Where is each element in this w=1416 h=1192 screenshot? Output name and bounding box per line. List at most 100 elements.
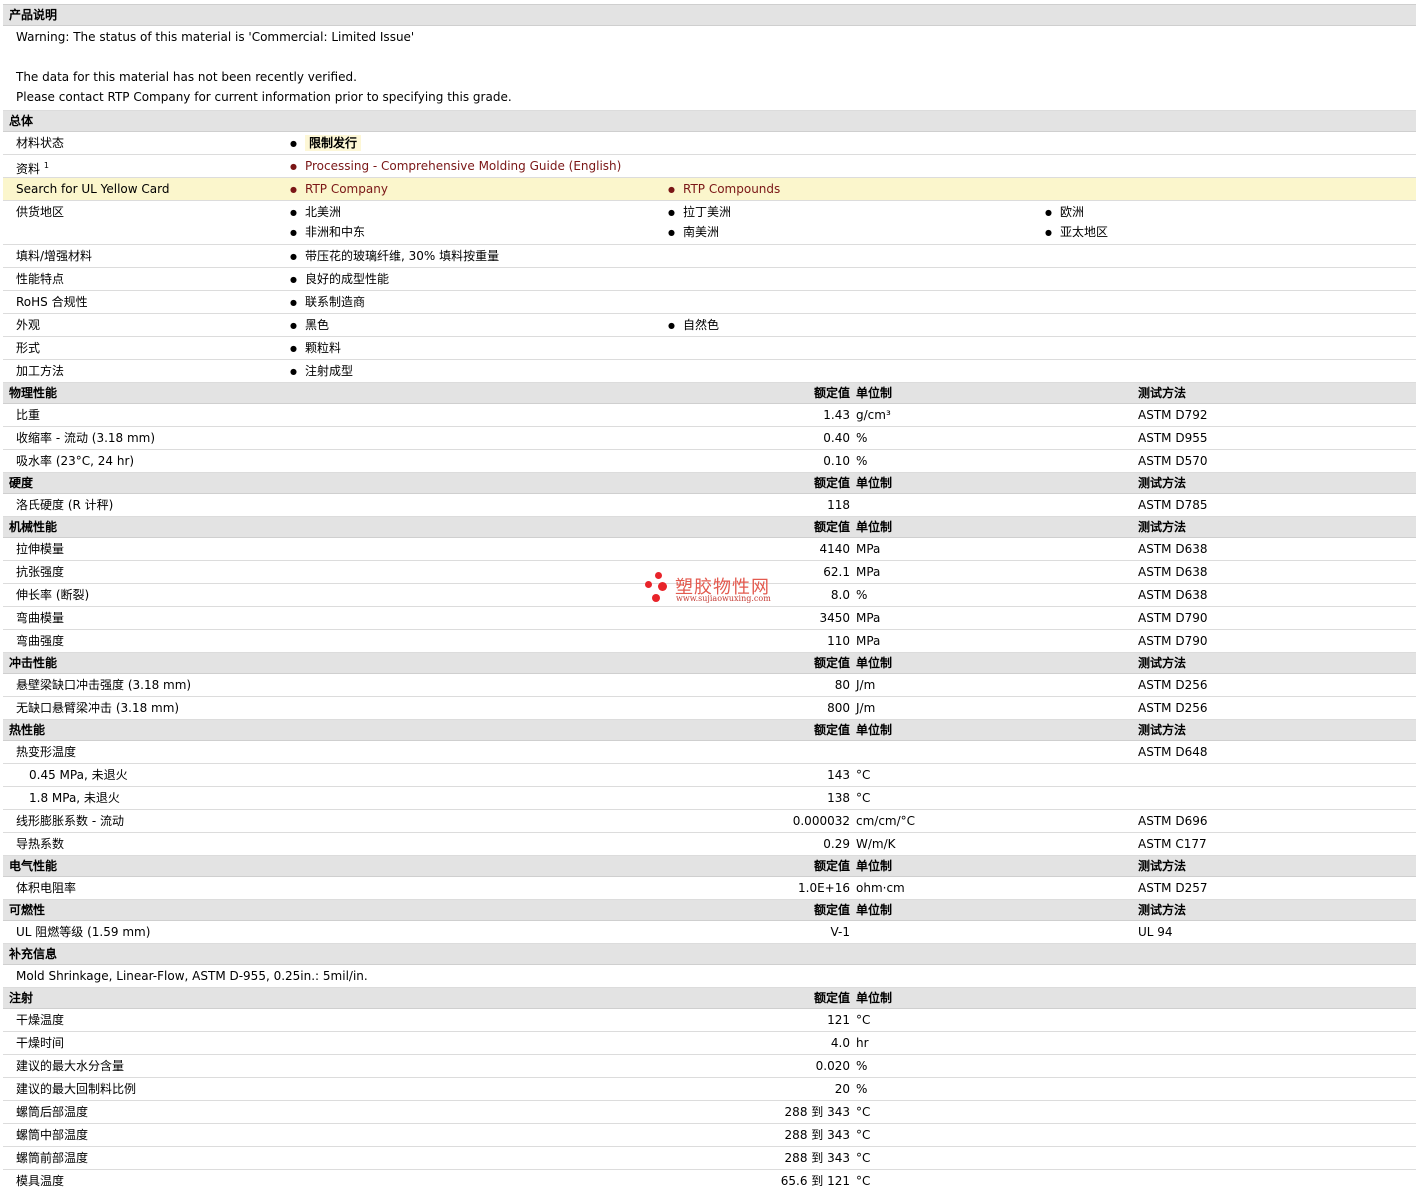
property-row: 热变形温度 ASTM D648 bbox=[3, 741, 1416, 764]
property-label: 螺筒后部温度 bbox=[16, 1105, 89, 1119]
property-unit: MPa bbox=[856, 565, 881, 579]
row-label: 外观 bbox=[16, 318, 41, 332]
property-unit: MPa bbox=[856, 634, 881, 648]
property-unit: °C bbox=[856, 768, 871, 782]
property-value: 0.000032 bbox=[792, 814, 850, 828]
row-material-status: 材料状态 限制发行 bbox=[3, 132, 1416, 155]
watermark-url: www.sujiaowuxing.com bbox=[676, 594, 771, 603]
bullet-item: 限制发行 bbox=[290, 132, 361, 156]
property-label: 弯曲模量 bbox=[16, 611, 65, 625]
property-row: 收缩率 - 流动 (3.18 mm) 0.40% ASTM D955 bbox=[3, 427, 1416, 450]
property-row: 干燥温度 121 °C bbox=[3, 1009, 1416, 1032]
property-value: 143 bbox=[827, 768, 850, 782]
col-header-test: 测试方法 bbox=[1138, 476, 1187, 490]
section-header-hardness: 硬度 额定值 单位制 测试方法 bbox=[3, 473, 1416, 494]
section-header-mechanical: 机械性能 额定值 单位制 测试方法 bbox=[3, 517, 1416, 538]
property-row: 悬壁梁缺口冲击强度 (3.18 mm) 80 J/m ASTM D256 bbox=[3, 674, 1416, 697]
property-test: ASTM D790 bbox=[1138, 611, 1208, 625]
property-unit: °C bbox=[856, 791, 871, 805]
property-test: ASTM D955 bbox=[1138, 431, 1208, 445]
property-row: 建议的最大回制料比例 20% bbox=[3, 1078, 1416, 1101]
bullet-item: 黑色 bbox=[290, 314, 329, 338]
row-rohs: RoHS 合规性 联系制造商 bbox=[3, 291, 1416, 314]
property-unit: % bbox=[856, 431, 868, 445]
property-unit: hr bbox=[856, 1036, 869, 1050]
section-header-electrical: 电气性能 额定值 单位制 测试方法 bbox=[3, 856, 1416, 877]
row-label: 资料 1 bbox=[16, 161, 49, 176]
section-header-description: 产品说明 bbox=[3, 5, 1416, 26]
row-form: 形式 颗粒料 bbox=[3, 337, 1416, 360]
row-regions: 供货地区 北美洲 拉丁美洲 欧洲 非洲和中东 南美洲 亚太地区 bbox=[3, 201, 1416, 245]
description-notes: Warning: The status of this material is … bbox=[3, 26, 1416, 111]
property-row: 弯曲强度 110 MPa ASTM D790 bbox=[3, 630, 1416, 653]
property-value: 20 bbox=[834, 1082, 850, 1096]
property-label: 螺筒中部温度 bbox=[16, 1128, 89, 1142]
row-label: 形式 bbox=[16, 341, 41, 355]
property-unit: W/m/K bbox=[856, 837, 896, 851]
property-unit: °C bbox=[856, 1105, 871, 1119]
property-label: 热变形温度 bbox=[16, 745, 77, 759]
property-value: 121 bbox=[827, 1013, 850, 1027]
property-unit: °C bbox=[856, 1174, 871, 1188]
property-row: 线形膨胀系数 - 流动 0.000032 cm/cm/°C ASTM D696 bbox=[3, 810, 1416, 833]
property-value: 0.40 bbox=[823, 431, 850, 445]
property-label: UL 阻燃等级 (1.59 mm) bbox=[16, 925, 151, 939]
col-header-test: 测试方法 bbox=[1138, 723, 1187, 737]
property-row: UL 阻燃等级 (1.59 mm) V-1 UL 94 bbox=[3, 921, 1416, 944]
property-unit: % bbox=[856, 1059, 868, 1073]
section-header-supplement: 补充信息 bbox=[3, 944, 1416, 965]
property-test: ASTM D256 bbox=[1138, 701, 1208, 715]
property-label: 模具温度 bbox=[16, 1174, 65, 1188]
row-appearance: 外观 黑色 自然色 bbox=[3, 314, 1416, 337]
property-label: 1.8 MPa, 未退火 bbox=[29, 791, 120, 805]
property-row: 体积电阻率 1.0E+16 ohm·cm ASTM D257 bbox=[3, 877, 1416, 900]
property-value: V-1 bbox=[830, 925, 850, 939]
property-row: 比重 1.43 g/cm³ ASTM D792 bbox=[3, 404, 1416, 427]
property-unit: J/m bbox=[856, 678, 876, 692]
col-header-nominal: 额定值 bbox=[813, 476, 850, 490]
col-header-nominal: 额定值 bbox=[813, 520, 850, 534]
col-header-nominal: 额定值 bbox=[813, 859, 850, 873]
property-label: 拉伸模量 bbox=[16, 542, 65, 556]
property-label: 无缺口悬臂梁冲击 (3.18 mm) bbox=[16, 701, 180, 715]
section-title: 冲击性能 bbox=[9, 656, 58, 670]
section-title: 物理性能 bbox=[9, 386, 58, 400]
row-label: 供货地区 bbox=[16, 205, 65, 219]
property-label: 体积电阻率 bbox=[16, 881, 77, 895]
property-test: ASTM D256 bbox=[1138, 678, 1208, 692]
region-item: 亚太地区 bbox=[1045, 221, 1108, 245]
section-title: 补充信息 bbox=[9, 947, 58, 961]
section-header-thermal: 热性能 额定值 单位制 测试方法 bbox=[3, 720, 1416, 741]
property-row: 0.45 MPa, 未退火 143 °C bbox=[3, 764, 1416, 787]
col-header-nominal: 额定值 bbox=[813, 386, 850, 400]
row-ul-yellow-card: Search for UL Yellow Card RTP Company RT… bbox=[3, 178, 1416, 201]
row-label: 加工方法 bbox=[16, 364, 65, 378]
property-test: ASTM D638 bbox=[1138, 588, 1208, 602]
row-filler: 填料/增强材料 带压花的玻璃纤维, 30% 填料按重量 bbox=[3, 245, 1416, 268]
row-label: 性能特点 bbox=[16, 272, 65, 286]
section-header-general: 总体 bbox=[3, 111, 1416, 132]
property-label: 吸水率 (23°C, 24 hr) bbox=[16, 454, 135, 468]
footnote-marker: 1 bbox=[43, 161, 49, 170]
bullet-item: 带压花的玻璃纤维, 30% 填料按重量 bbox=[290, 245, 499, 269]
section-header-injection: 注射 额定值 单位制 bbox=[3, 988, 1416, 1009]
section-header-physical: 物理性能 额定值 单位制 测试方法 bbox=[3, 383, 1416, 404]
property-label: 洛氏硬度 (R 计秤) bbox=[16, 498, 114, 512]
property-test: ASTM D785 bbox=[1138, 498, 1208, 512]
property-test: ASTM D638 bbox=[1138, 565, 1208, 579]
section-title: 总体 bbox=[9, 114, 34, 128]
row-process: 加工方法 注射成型 bbox=[3, 360, 1416, 383]
link-rtp-compounds[interactable]: RTP Compounds bbox=[668, 178, 780, 202]
bullet-item: 注射成型 bbox=[290, 360, 353, 384]
bullet-item: 联系制造商 bbox=[290, 291, 365, 315]
property-unit: g/cm³ bbox=[856, 408, 891, 422]
link-rtp-company[interactable]: RTP Company bbox=[290, 178, 388, 202]
property-row: 弯曲模量 3450 MPa ASTM D790 bbox=[3, 607, 1416, 630]
note-line: Warning: The status of this material is … bbox=[16, 30, 415, 44]
supplement-row: Mold Shrinkage, Linear-Flow, ASTM D-955,… bbox=[3, 965, 1416, 988]
property-value: 8.0 bbox=[830, 588, 850, 602]
status-badge: 限制发行 bbox=[304, 135, 361, 151]
property-row: 洛氏硬度 (R 计秤) 118 ASTM D785 bbox=[3, 494, 1416, 517]
property-row: 建议的最大水分含量 0.020% bbox=[3, 1055, 1416, 1078]
link-molding-guide[interactable]: Processing - Comprehensive Molding Guide… bbox=[290, 155, 621, 179]
